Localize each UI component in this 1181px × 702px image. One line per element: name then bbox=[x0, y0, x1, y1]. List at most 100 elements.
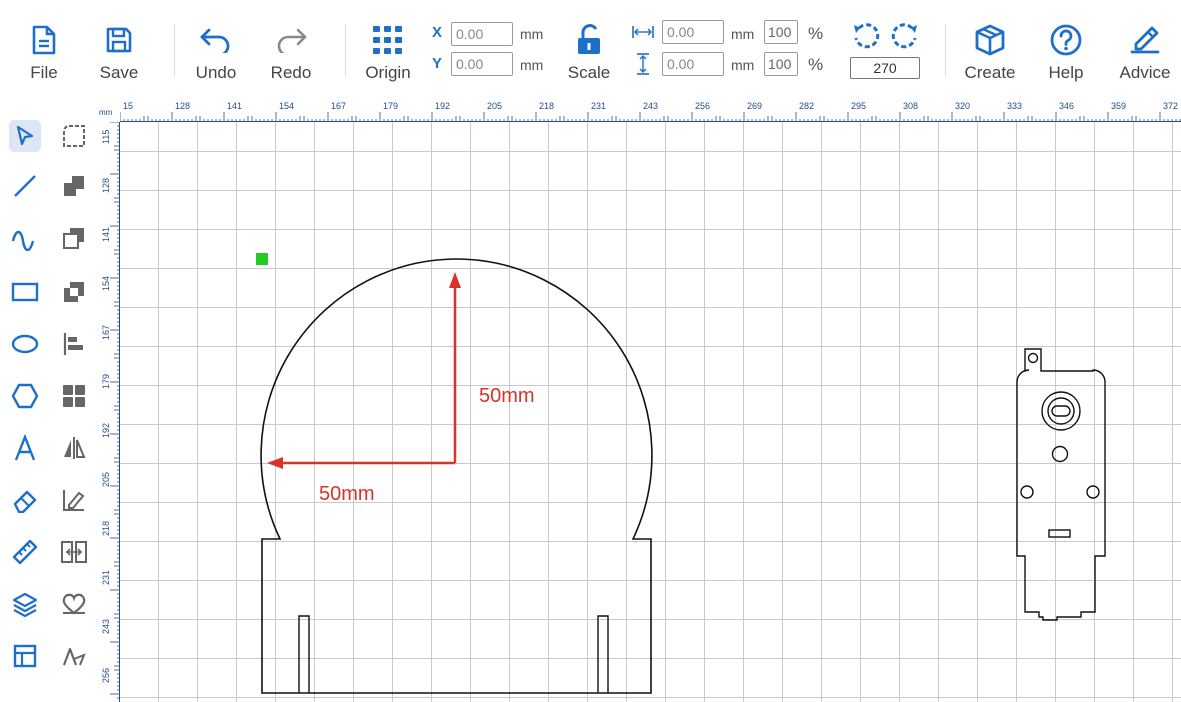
ruler-left-label: 167 bbox=[101, 324, 111, 340]
origin-button[interactable]: Origin bbox=[353, 22, 423, 83]
width-arrows-icon bbox=[632, 23, 654, 46]
origin-marker[interactable] bbox=[256, 253, 268, 265]
design-canvas[interactable]: 50mm 50mm bbox=[120, 122, 1181, 702]
ruler-top-label: 359 bbox=[1111, 101, 1127, 111]
horizontal-dimension-label: 50mm bbox=[319, 483, 375, 505]
pen-icon bbox=[62, 647, 86, 666]
create-button[interactable]: Create bbox=[955, 22, 1025, 83]
edit-node-tool[interactable] bbox=[58, 484, 90, 516]
bracket-part-shape[interactable] bbox=[1016, 348, 1106, 621]
ruler-top-label: 167 bbox=[331, 101, 347, 111]
text-tool[interactable] bbox=[9, 432, 41, 464]
x-position-input[interactable] bbox=[451, 22, 513, 46]
pen-tool[interactable] bbox=[58, 640, 90, 672]
height-percent-input[interactable] bbox=[764, 52, 798, 76]
save-label: Save bbox=[99, 63, 139, 82]
feedback-pen-icon bbox=[1127, 22, 1163, 58]
line-tool[interactable] bbox=[9, 170, 41, 202]
curve-tool[interactable] bbox=[9, 222, 41, 254]
rotate-cw-icon[interactable] bbox=[890, 22, 920, 57]
eraser-tool[interactable] bbox=[9, 484, 41, 516]
subtract-icon bbox=[63, 228, 84, 249]
select-arrow-icon bbox=[16, 125, 34, 146]
polygon-tool[interactable] bbox=[9, 380, 41, 412]
mirror-tool[interactable] bbox=[58, 432, 90, 464]
file-label: File bbox=[30, 63, 58, 82]
ruler-top-label: 128 bbox=[175, 101, 191, 111]
layout-tool[interactable] bbox=[9, 640, 41, 672]
ruler-top-label: 231 bbox=[591, 101, 607, 111]
distribute-tool[interactable] bbox=[58, 536, 90, 568]
rotate-angle-input[interactable]: 270 bbox=[850, 57, 920, 79]
help-button[interactable]: Help bbox=[1031, 22, 1101, 83]
heart-shape-tool[interactable] bbox=[58, 588, 90, 620]
scale-button[interactable]: Scale bbox=[554, 22, 624, 83]
intersect-icon bbox=[64, 282, 84, 302]
arched-panel-shape[interactable] bbox=[260, 258, 653, 694]
ruler-tool[interactable] bbox=[9, 536, 41, 568]
edit-node-icon bbox=[63, 490, 85, 511]
grid-array-tool[interactable] bbox=[58, 380, 90, 412]
rotate-ccw-icon[interactable] bbox=[851, 22, 881, 57]
box-cube-icon bbox=[972, 22, 1008, 58]
advice-button[interactable]: Advice bbox=[1110, 22, 1180, 83]
ruler-left-label: 128 bbox=[101, 177, 111, 193]
ruler-left-label: 218 bbox=[101, 520, 111, 536]
layers-icon bbox=[12, 592, 38, 617]
union-tool[interactable] bbox=[58, 170, 90, 202]
distribute-icon bbox=[61, 541, 87, 563]
horizontal-arrow-head bbox=[267, 457, 283, 469]
text-icon bbox=[14, 434, 36, 461]
height-input[interactable] bbox=[662, 52, 724, 76]
top-ruler[interactable]: 15 128 141 154 167 179 192 205 218 231 243 256 269 28… bbox=[98, 100, 1181, 122]
ruler-unit-corner: mm bbox=[98, 100, 120, 122]
intersect-tool[interactable] bbox=[58, 276, 90, 308]
rounded-rect-tool[interactable] bbox=[58, 120, 90, 152]
ruler-top-label: 205 bbox=[487, 101, 503, 111]
help-label: Help bbox=[1048, 63, 1084, 82]
width-percent-input[interactable] bbox=[764, 20, 798, 44]
toolbar-divider bbox=[174, 24, 175, 76]
file-icon bbox=[26, 22, 62, 58]
undo-button[interactable]: Undo bbox=[181, 22, 251, 83]
file-button[interactable]: File bbox=[9, 22, 79, 83]
ruler-left-label: 205 bbox=[101, 471, 111, 487]
select-tool[interactable] bbox=[9, 120, 41, 152]
left-slot-shape[interactable] bbox=[298, 615, 310, 693]
subtract-tool[interactable] bbox=[58, 222, 90, 254]
redo-button[interactable]: Redo bbox=[256, 22, 326, 83]
y-axis-label: Y bbox=[432, 55, 443, 72]
align-icon bbox=[63, 333, 83, 355]
right-slot-shape[interactable] bbox=[597, 615, 609, 693]
origin-label: Origin bbox=[365, 63, 411, 82]
polygon-icon bbox=[11, 383, 39, 409]
ruler-top-label: 192 bbox=[435, 101, 451, 111]
align-tool[interactable] bbox=[58, 328, 90, 360]
ruler-top-label: 346 bbox=[1059, 101, 1075, 111]
width-input[interactable] bbox=[662, 20, 724, 44]
ruler-icon bbox=[12, 539, 38, 565]
help-question-icon bbox=[1048, 22, 1084, 58]
ruler-top-label: 141 bbox=[227, 101, 243, 111]
ruler-top-label: 372 bbox=[1163, 101, 1179, 111]
y-position-input[interactable] bbox=[451, 52, 513, 76]
height-percent-symbol: % bbox=[808, 55, 824, 74]
x-axis-label: X bbox=[432, 24, 443, 41]
left-ruler[interactable]: 115 128 141 154 167 179 192 205 218 231 243 256 bbox=[98, 122, 120, 702]
rounded-rect-icon bbox=[63, 125, 85, 147]
ruler-top-label: 282 bbox=[799, 101, 815, 111]
rectangle-tool[interactable] bbox=[9, 276, 41, 308]
redo-label: Redo bbox=[270, 63, 312, 82]
redo-icon bbox=[273, 22, 309, 58]
toolbar-divider bbox=[345, 24, 346, 76]
width-percent-symbol: % bbox=[808, 24, 824, 43]
rectangle-icon bbox=[11, 282, 39, 302]
ruler-top-label: 320 bbox=[955, 101, 971, 111]
save-button[interactable]: Save bbox=[84, 22, 154, 83]
ruler-top-label: 256 bbox=[695, 101, 711, 111]
app-window: File Save Undo Redo Origin X 0.00 mm Y 0… bbox=[0, 0, 1181, 702]
ellipse-tool[interactable] bbox=[9, 328, 41, 360]
vertical-dimension-label: 50mm bbox=[479, 385, 535, 407]
scale-label: Scale bbox=[567, 63, 611, 82]
layers-tool[interactable] bbox=[9, 588, 41, 620]
